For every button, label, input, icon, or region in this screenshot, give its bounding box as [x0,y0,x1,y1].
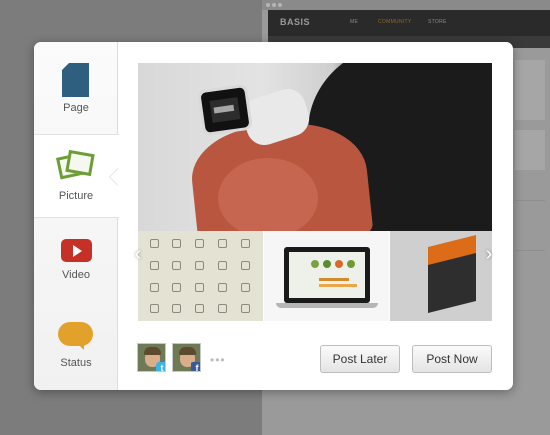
background-site-header: BASIS ME COMMUNITY STORE [268,10,550,36]
page-icon [62,63,89,97]
background-nav-store: STORE [428,19,447,25]
background-nav-community: COMMUNITY [378,19,412,25]
speech-bubble-icon [58,322,93,350]
thumbnail-strip [138,231,492,321]
background-nav-me: ME [350,19,359,25]
thumbnail-box[interactable] [390,231,492,321]
video-play-icon [61,239,92,262]
background-logo: BASIS [280,17,311,27]
active-item-pointer [110,169,118,185]
sidebar-item-label: Picture [58,190,94,202]
sidebar-item-picture[interactable]: Picture [34,134,119,218]
sidebar-item-status[interactable]: Status [34,308,118,390]
post-type-sidebar: Page Picture Video Status [34,42,119,390]
facebook-icon: f [191,362,200,371]
gallery-prev-button[interactable]: ‹ [129,241,147,267]
background-divider [515,200,545,201]
post-now-button[interactable]: Post Now [412,345,492,373]
more-accounts-icon[interactable]: ••• [210,353,226,367]
thumbnail-icons[interactable] [138,231,263,321]
share-dialog: Page Picture Video Status ‹ › t f ••• Po… [34,42,513,390]
selected-picture [138,63,492,231]
background-divider [515,250,545,251]
pictures-icon [55,149,96,184]
account-avatar-twitter[interactable]: t [137,343,166,372]
post-later-button[interactable]: Post Later [320,345,400,373]
background-block [515,130,545,170]
sidebar-item-video[interactable]: Video [34,220,118,304]
background-browser-bar [262,0,550,10]
account-avatar-facebook[interactable]: f [172,343,201,372]
twitter-icon: t [156,362,165,371]
gallery-next-button[interactable]: › [480,241,498,267]
sidebar-item-label: Page [63,102,89,114]
background-block [515,60,545,120]
sidebar-item-label: Status [60,357,92,369]
sidebar-item-label: Video [62,269,90,281]
sidebar-item-page[interactable]: Page [34,42,118,134]
thumbnail-laptop[interactable] [264,231,389,321]
